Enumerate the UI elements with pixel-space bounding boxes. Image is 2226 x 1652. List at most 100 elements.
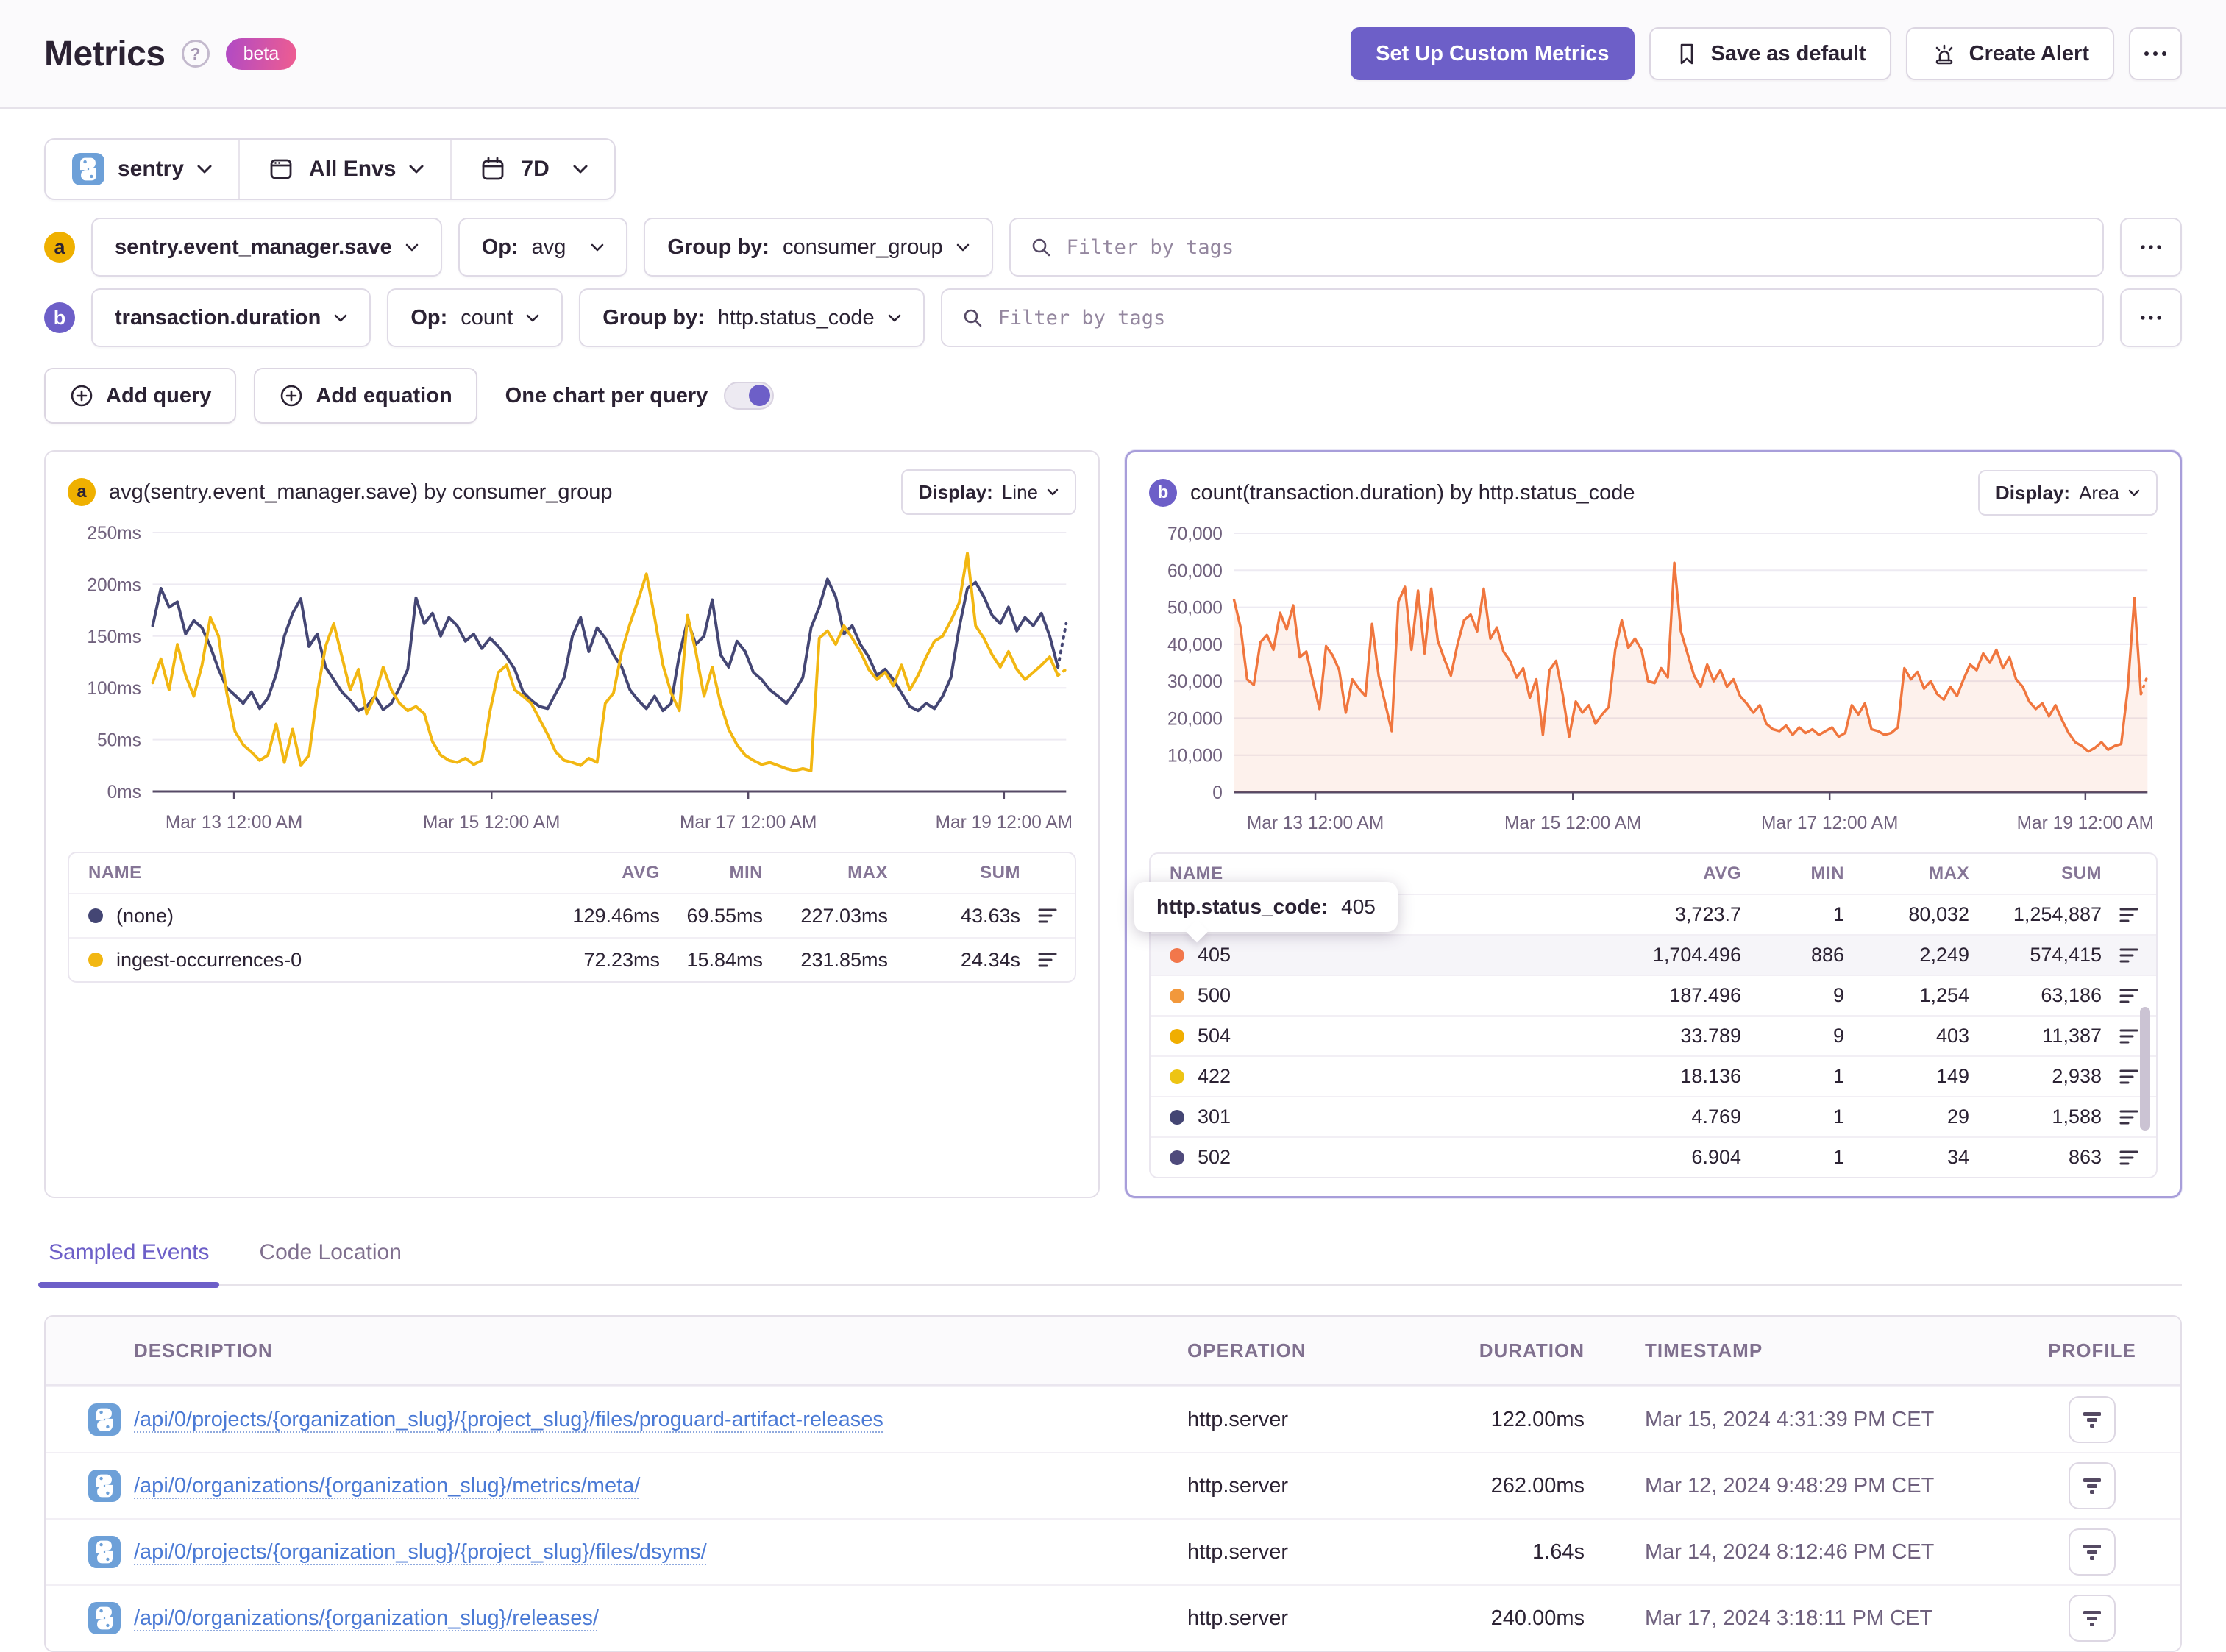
display-label-a: Display: bbox=[918, 480, 993, 503]
query-more-button-b[interactable] bbox=[2120, 288, 2182, 347]
display-select-b[interactable]: Display: Area bbox=[1977, 470, 2158, 516]
event-operation: http.server bbox=[1187, 1407, 1288, 1431]
col-operation: OPERATION bbox=[1187, 1339, 1306, 1361]
series-summary-table-b: http.status_code: 405 NAME AVG MIN MAX S… bbox=[1134, 852, 2158, 1178]
project-selector[interactable]: sentry bbox=[46, 140, 238, 199]
series-row-405[interactable]: 405 1,704.496 886 2,249 574,415 bbox=[1151, 934, 2156, 975]
series-row-422[interactable]: 422 18.136 1 149 2,938 bbox=[1151, 1055, 2156, 1096]
add-query-button[interactable]: Add query bbox=[44, 368, 237, 424]
svg-text:30,000: 30,000 bbox=[1167, 672, 1223, 692]
event-description-link[interactable]: /api/0/organizations/{organization_slug}… bbox=[134, 1474, 1187, 1498]
one-chart-per-query-toggle[interactable] bbox=[724, 382, 775, 410]
setup-custom-metrics-button[interactable]: Set Up Custom Metrics bbox=[1351, 27, 1635, 80]
profile-button[interactable] bbox=[2069, 1462, 2116, 1509]
op-select-a[interactable]: Op: avg bbox=[458, 218, 628, 277]
series-menu-button[interactable] bbox=[2119, 1028, 2138, 1045]
svg-text:Mar 13 12:00 AM: Mar 13 12:00 AM bbox=[166, 813, 302, 833]
more-actions-button[interactable] bbox=[2129, 27, 2182, 80]
metric-select-b[interactable]: transaction.duration bbox=[91, 288, 371, 347]
series-min: 9 bbox=[1832, 984, 1844, 1006]
line-chart[interactable]: 0ms 50ms 100ms 150ms 200ms 250ms Mar 13 12:00 … bbox=[68, 521, 1076, 837]
create-alert-button[interactable]: Create Alert bbox=[1905, 27, 2114, 80]
plus-circle-icon bbox=[279, 383, 304, 408]
series-color-dot bbox=[88, 908, 103, 923]
groupby-select-b[interactable]: Group by: http.status_code bbox=[579, 288, 925, 347]
series-row-500[interactable]: 500 187.496 9 1,254 63,186 bbox=[1151, 975, 2156, 1015]
col-sum: SUM bbox=[2061, 864, 2102, 883]
series-row-301[interactable]: 301 4.769 1 29 1,588 bbox=[1151, 1096, 2156, 1136]
charts-row: a avg(sentry.event_manager.save) by cons… bbox=[44, 450, 2182, 1198]
series-menu-button[interactable] bbox=[2119, 987, 2138, 1005]
event-row: /api/0/projects/{organization_slug}/{pro… bbox=[46, 1518, 2180, 1584]
svg-text:100ms: 100ms bbox=[87, 679, 141, 699]
event-description-link[interactable]: /api/0/organizations/{organization_slug}… bbox=[134, 1606, 1187, 1631]
event-operation: http.server bbox=[1187, 1539, 1288, 1564]
series-menu-button[interactable] bbox=[1038, 951, 1057, 969]
event-duration: 1.64s bbox=[1532, 1539, 1585, 1564]
display-select-a[interactable]: Display: Line bbox=[900, 469, 1076, 515]
actions-row: Add query Add equation One chart per que… bbox=[44, 368, 2182, 424]
series-max: 403 bbox=[1935, 1025, 1969, 1047]
flamegraph-icon bbox=[2083, 1545, 2101, 1560]
series-row[interactable]: (none) 129.46ms 69.55ms 227.03ms 43.63s bbox=[69, 893, 1075, 937]
tooltip-value: 405 bbox=[1341, 895, 1376, 918]
col-name: NAME bbox=[1170, 864, 1223, 883]
svg-text:Mar 15 12:00 AM: Mar 15 12:00 AM bbox=[423, 813, 560, 833]
series-max: 227.03ms bbox=[800, 904, 888, 927]
series-row[interactable]: ingest-occurrences-0 72.23ms 15.84ms 231… bbox=[69, 937, 1075, 981]
plus-circle-icon bbox=[69, 383, 94, 408]
svg-text:200ms: 200ms bbox=[87, 575, 141, 595]
chevron-down-icon bbox=[573, 165, 588, 174]
help-icon[interactable]: ? bbox=[181, 40, 210, 68]
series-menu-button[interactable] bbox=[2119, 1068, 2138, 1086]
chevron-down-icon bbox=[526, 314, 539, 322]
python-project-icon bbox=[72, 153, 104, 185]
series-menu-button[interactable] bbox=[2119, 906, 2138, 924]
event-timestamp: Mar 15, 2024 4:31:39 PM CET bbox=[1645, 1407, 1935, 1431]
series-menu-button[interactable] bbox=[2119, 1108, 2138, 1126]
op-select-b[interactable]: Op: count bbox=[387, 288, 563, 347]
event-description-link[interactable]: /api/0/projects/{organization_slug}/{pro… bbox=[134, 1540, 1187, 1564]
series-avg: 129.46ms bbox=[572, 904, 660, 927]
series-row-504[interactable]: 504 33.789 9 403 11,387 bbox=[1151, 1015, 2156, 1055]
chart-title-a: avg(sentry.event_manager.save) by consum… bbox=[109, 480, 613, 504]
beta-badge: beta bbox=[225, 38, 297, 70]
groupby-select-a[interactable]: Group by: consumer_group bbox=[644, 218, 993, 277]
table-scrollbar[interactable] bbox=[2140, 1007, 2150, 1131]
environment-icon bbox=[266, 154, 296, 184]
chart-panel-a: a avg(sentry.event_manager.save) by cons… bbox=[44, 450, 1100, 1198]
chart-panel-b: b count(transaction.duration) by http.st… bbox=[1125, 450, 2182, 1198]
date-range-label: 7D bbox=[521, 157, 550, 181]
series-name: 500 bbox=[1198, 984, 1231, 1006]
series-max: 1,254 bbox=[1919, 984, 1969, 1006]
svg-text:Mar 17 12:00 AM: Mar 17 12:00 AM bbox=[1761, 813, 1898, 833]
series-color-dot bbox=[1170, 988, 1184, 1003]
col-max: MAX bbox=[847, 863, 888, 883]
series-menu-button[interactable] bbox=[2119, 1149, 2138, 1167]
event-duration: 122.00ms bbox=[1490, 1407, 1585, 1431]
create-alert-label: Create Alert bbox=[1969, 41, 2089, 65]
series-sum: 63,186 bbox=[2041, 984, 2102, 1006]
date-range-selector[interactable]: 7D bbox=[450, 140, 614, 199]
environment-selector[interactable]: All Envs bbox=[238, 140, 450, 199]
profile-button[interactable] bbox=[2069, 1528, 2116, 1576]
series-name: 502 bbox=[1198, 1146, 1231, 1168]
save-as-default-button[interactable]: Save as default bbox=[1649, 27, 1891, 80]
chevron-down-icon bbox=[1047, 488, 1059, 496]
series-menu-button[interactable] bbox=[2119, 947, 2138, 964]
tab-sampled-events[interactable]: Sampled Events bbox=[38, 1239, 220, 1288]
profile-button[interactable] bbox=[2069, 1396, 2116, 1443]
tag-filter-input-a[interactable] bbox=[1064, 235, 2083, 260]
query-more-button-a[interactable] bbox=[2120, 218, 2182, 277]
area-chart[interactable]: 0 10,000 20,000 30,000 40,000 50,000 60,000 70,… bbox=[1149, 521, 2158, 838]
tab-code-location[interactable]: Code Location bbox=[255, 1239, 405, 1284]
chevron-down-icon bbox=[2128, 489, 2140, 496]
series-menu-button[interactable] bbox=[1038, 907, 1057, 925]
tag-filter-input-b[interactable] bbox=[996, 305, 2083, 330]
add-query-label: Add query bbox=[106, 383, 212, 407]
metric-select-a[interactable]: sentry.event_manager.save bbox=[91, 218, 442, 277]
add-equation-button[interactable]: Add equation bbox=[254, 368, 477, 424]
series-row-502[interactable]: 502 6.904 1 34 863 bbox=[1151, 1136, 2156, 1177]
event-description-link[interactable]: /api/0/projects/{organization_slug}/{pro… bbox=[134, 1408, 1187, 1432]
detail-tabs: Sampled Events Code Location bbox=[38, 1239, 2182, 1288]
